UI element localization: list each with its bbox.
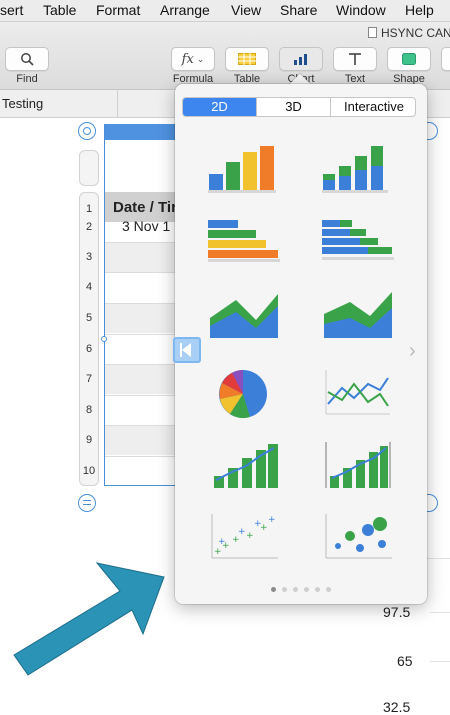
row-number: 5 xyxy=(85,312,93,324)
chart-type-line[interactable] xyxy=(324,370,392,416)
row-number: 10 xyxy=(82,465,96,477)
tab-3d[interactable]: 3D xyxy=(257,98,331,116)
text-button[interactable] xyxy=(333,47,377,71)
sheet-tab-testing[interactable]: Testing xyxy=(0,90,118,118)
resize-handle[interactable] xyxy=(101,336,107,342)
gridline xyxy=(430,661,450,662)
bar-chart-icon xyxy=(294,54,307,65)
equals-icon xyxy=(83,500,91,505)
svg-text:+: + xyxy=(254,519,262,529)
axis-value: 97.5 xyxy=(383,604,411,620)
row-number: 9 xyxy=(85,434,93,446)
row-header-empty[interactable] xyxy=(79,150,99,186)
row-number: 6 xyxy=(85,343,93,355)
axis-value: 65 xyxy=(397,653,413,669)
find-label: Find xyxy=(16,73,38,85)
table-icon xyxy=(238,53,256,65)
menu-table[interactable]: Table xyxy=(43,2,76,18)
magnifier-icon xyxy=(21,53,34,66)
row-number: 8 xyxy=(85,404,93,416)
chart-type-two-axis[interactable] xyxy=(324,442,394,490)
menu-help[interactable]: Help xyxy=(405,2,434,18)
row-number: 2 xyxy=(85,221,93,233)
chart-type-bubble[interactable] xyxy=(324,514,394,560)
tab-interactive[interactable]: Interactive xyxy=(331,98,415,116)
chart-type-area[interactable] xyxy=(206,290,282,342)
table-button[interactable] xyxy=(225,47,269,71)
chart-dimension-segmented-control: 2D 3D Interactive xyxy=(182,97,416,117)
page-dot[interactable] xyxy=(271,587,276,592)
document-title: HSYNC CAN xyxy=(381,26,450,40)
page-dot[interactable] xyxy=(282,587,287,592)
menu-window[interactable]: Window xyxy=(336,2,386,18)
menu-format[interactable]: Format xyxy=(96,2,140,18)
page-dot[interactable] xyxy=(304,587,309,592)
row-number: 7 xyxy=(85,373,93,385)
chart-type-scatter[interactable]: +++ ++ +++ + xyxy=(210,514,280,560)
row-number: 3 xyxy=(85,251,93,263)
previous-page-button[interactable] xyxy=(173,337,201,363)
page-dot[interactable] xyxy=(326,587,331,592)
chart-chooser-popover: 2D 3D Interactive + + + + + + + + + › xyxy=(175,84,427,604)
find-button[interactable] xyxy=(5,47,49,71)
menu-share[interactable]: Share xyxy=(280,2,317,18)
prev-arrow-icon xyxy=(180,343,191,357)
chart-type-mixed[interactable] xyxy=(210,442,280,490)
chart-type-column[interactable] xyxy=(206,142,282,194)
menu-arrange[interactable]: Arrange xyxy=(160,2,210,18)
page-dot[interactable] xyxy=(293,587,298,592)
menu-bar: sert Table Format Arrange View Share Win… xyxy=(0,0,450,22)
gridline xyxy=(430,612,450,613)
shape-icon xyxy=(402,53,416,65)
chart-type-stacked-column[interactable] xyxy=(320,142,396,194)
svg-text:+: + xyxy=(246,531,254,541)
svg-text:+: + xyxy=(214,547,222,557)
svg-text:+: + xyxy=(218,537,226,547)
chart-type-bar[interactable] xyxy=(206,216,282,266)
svg-text:+: + xyxy=(238,527,246,537)
chart-type-pie[interactable] xyxy=(216,366,270,420)
page-indicator xyxy=(175,579,427,597)
circle-icon xyxy=(83,127,91,135)
page-dot[interactable] xyxy=(315,587,320,592)
row-number: 1 xyxy=(85,203,93,215)
document-icon xyxy=(368,27,377,38)
gridline xyxy=(427,558,450,559)
next-page-chevron-icon[interactable]: › xyxy=(409,340,416,363)
row-number: 4 xyxy=(85,281,93,293)
chart-button[interactable] xyxy=(279,47,323,71)
annotation-arrow-icon xyxy=(13,562,165,676)
window-title: HSYNC CAN xyxy=(368,26,450,40)
chevron-down-icon: ⌄ xyxy=(196,53,205,64)
media-button[interactable] xyxy=(441,47,450,71)
menu-insert[interactable]: sert xyxy=(0,2,23,18)
chart-type-stacked-bar[interactable] xyxy=(320,216,396,266)
menu-view[interactable]: View xyxy=(231,2,261,18)
svg-text:+: + xyxy=(268,515,276,525)
text-icon xyxy=(349,53,361,65)
formula-button[interactable]: fx ⌄ xyxy=(171,47,215,71)
shape-button[interactable] xyxy=(387,47,431,71)
axis-value: 32.5 xyxy=(383,699,411,715)
function-icon: fx xyxy=(181,51,194,67)
tab-2d[interactable]: 2D xyxy=(183,98,257,116)
chart-type-stacked-area[interactable] xyxy=(320,290,396,342)
